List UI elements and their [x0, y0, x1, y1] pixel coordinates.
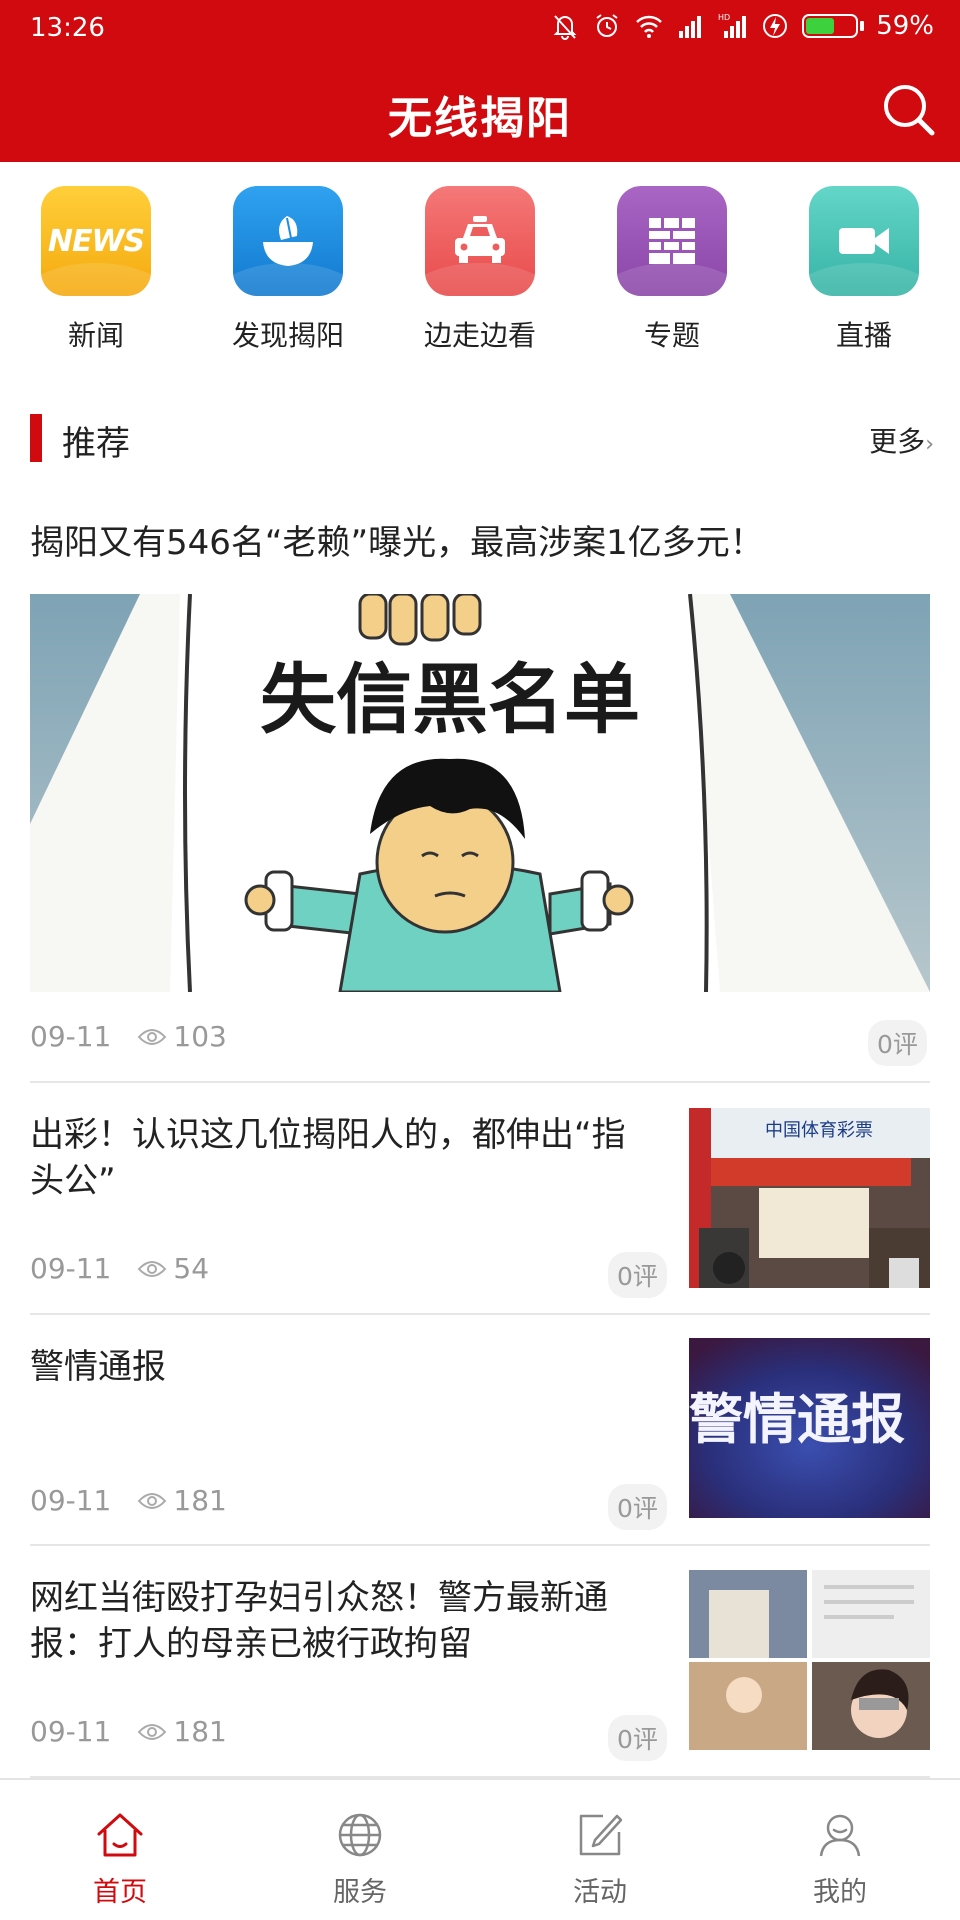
article-thumbnail[interactable]: 中国体育彩票 — [689, 1108, 930, 1288]
battery-icon — [802, 14, 865, 38]
status-bar: 13:26 HD 59% — [0, 0, 960, 58]
live-video-icon — [809, 186, 919, 296]
svg-text:中国体育彩票: 中国体育彩票 — [765, 1120, 873, 1141]
car-icon — [425, 186, 535, 296]
tab-label: 首页 — [93, 1877, 147, 1908]
more-link[interactable]: 更多› — [869, 420, 934, 460]
article-meta: 09-11 181 — [30, 1484, 227, 1517]
tab-label: 服务 — [333, 1877, 387, 1908]
status-icons: HD 59% — [550, 11, 934, 41]
home-icon — [97, 1813, 143, 1857]
article-date: 09-11 — [30, 1252, 112, 1285]
globe-icon — [338, 1813, 382, 1857]
article-title[interactable]: 出彩！认识这几位揭阳人的，都伸出“指头公” — [30, 1112, 640, 1204]
divider — [30, 1544, 930, 1546]
signal-icon — [679, 16, 702, 38]
alarm-icon — [596, 14, 618, 37]
status-time: 13:26 — [30, 13, 105, 43]
featured-image-caption: 失信黑名单 — [260, 655, 640, 744]
quick-nav-topics[interactable]: 专题 — [576, 162, 768, 360]
mute-bell-icon — [553, 15, 577, 40]
divider — [30, 1313, 930, 1315]
battery-percent: 59% — [876, 11, 934, 41]
tab-activities[interactable]: 活动 — [480, 1780, 720, 1920]
article-title[interactable]: 警情通报 — [30, 1344, 640, 1390]
comment-count-badge: 0评 — [608, 1252, 667, 1298]
news-icon: NEWS — [41, 186, 151, 296]
page-title: 无线揭阳 — [388, 93, 572, 144]
quick-nav-label: 新闻 — [67, 319, 124, 352]
featured-article-title[interactable]: 揭阳又有546名“老赖”曝光，最高涉案1亿多元！ — [30, 515, 930, 564]
featured-meta: 09-11 103 — [30, 1020, 227, 1053]
eye-icon — [138, 1723, 167, 1740]
quick-nav-label: 发现揭阳 — [231, 319, 344, 352]
quick-nav-label: 直播 — [835, 319, 892, 352]
quick-nav-label: 边走边看 — [423, 319, 536, 352]
comment-count-badge: 0评 — [608, 1715, 667, 1761]
chevron-right-icon: › — [925, 432, 934, 457]
eye-icon — [138, 1260, 167, 1277]
quick-nav-walk-and-see[interactable]: 边走边看 — [384, 162, 576, 360]
tab-label: 活动 — [573, 1877, 627, 1908]
tab-profile[interactable]: 我的 — [720, 1780, 960, 1920]
eye-icon — [138, 1028, 167, 1045]
quick-nav-live[interactable]: 直播 — [768, 162, 960, 360]
quick-nav-news[interactable]: NEWS 新闻 — [0, 162, 192, 360]
article-date: 09-11 — [30, 1484, 112, 1517]
article-thumbnail[interactable]: 警情通报 — [689, 1338, 930, 1518]
comment-count-badge: 0评 — [608, 1484, 667, 1530]
hd-signal-icon: HD — [718, 13, 747, 38]
app-header: 无线揭阳 — [0, 58, 960, 162]
svg-text:警情通报: 警情通报 — [689, 1388, 905, 1451]
article-meta: 09-11 181 — [30, 1715, 227, 1748]
article-title[interactable]: 网红当街殴打孕妇引众怒！警方最新通报：打人的母亲已被行政拘留 — [30, 1575, 640, 1667]
article-views: 181 — [137, 1715, 227, 1748]
search-icon[interactable] — [878, 80, 938, 140]
divider — [30, 1081, 930, 1083]
discover-icon — [233, 186, 343, 296]
section-header-recommend: 推荐 更多› — [0, 400, 960, 474]
quick-nav-label: 专题 — [643, 319, 700, 352]
article-thumbnail[interactable] — [689, 1570, 930, 1750]
tab-services[interactable]: 服务 — [240, 1780, 480, 1920]
featured-article-image[interactable]: 失信黑名单 — [30, 594, 930, 992]
tab-home[interactable]: 首页 — [0, 1780, 240, 1920]
user-icon — [819, 1814, 861, 1857]
section-accent-bar — [30, 414, 42, 462]
article-views: 181 — [137, 1484, 227, 1517]
svg-text:HD: HD — [718, 13, 730, 22]
bottom-tab-bar: 首页 服务 活动 我的 — [0, 1778, 960, 1920]
topic-icon — [617, 186, 727, 296]
quick-nav-discover[interactable]: 发现揭阳 — [192, 162, 384, 360]
article-date: 09-11 — [30, 1020, 112, 1053]
charging-icon — [763, 14, 788, 38]
edit-icon — [579, 1814, 623, 1856]
article-views: 54 — [137, 1252, 209, 1285]
quick-nav: NEWS 新闻 发现揭阳 边走边看 专题 直播 — [0, 162, 960, 360]
tab-label: 我的 — [813, 1877, 867, 1908]
wifi-icon — [636, 15, 663, 38]
eye-icon — [138, 1492, 167, 1509]
article-views: 103 — [137, 1020, 227, 1053]
comment-count-badge: 0评 — [868, 1020, 927, 1066]
article-date: 09-11 — [30, 1715, 112, 1748]
section-title: 推荐 — [62, 424, 130, 464]
article-meta: 09-11 54 — [30, 1252, 209, 1285]
